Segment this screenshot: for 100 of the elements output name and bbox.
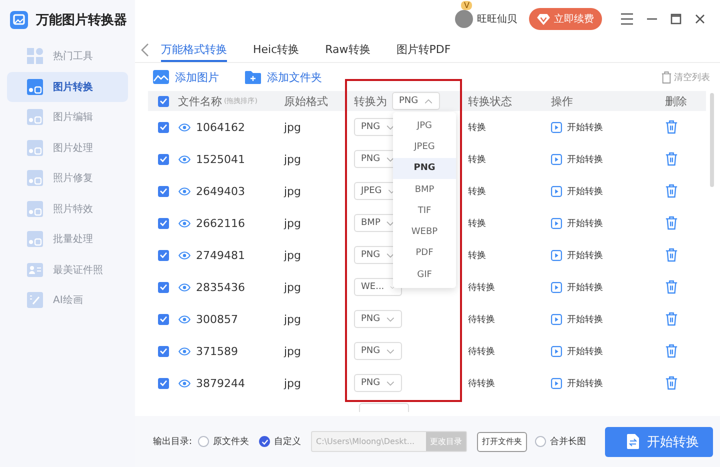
status-text: 待转换: [468, 314, 495, 326]
play-icon: [551, 378, 562, 388]
play-icon: [551, 282, 562, 292]
play-icon: [551, 346, 562, 356]
format-cell: jpg: [284, 248, 302, 262]
avatar[interactable]: [455, 10, 473, 28]
play-icon: [551, 186, 562, 196]
format-cell: jpg: [284, 280, 302, 294]
format-cell: jpg: [284, 184, 302, 198]
checkbox[interactable]: [158, 154, 168, 164]
column-header: 转换状态: [468, 94, 512, 108]
checkbox[interactable]: [158, 314, 168, 324]
radio-button[interactable]: [259, 436, 270, 447]
start-convert-link[interactable]: 开始转换: [551, 376, 603, 390]
eye-icon[interactable]: [178, 282, 191, 292]
delete-icon[interactable]: [665, 312, 678, 326]
delete-icon[interactable]: [665, 152, 678, 166]
start-convert-button[interactable]: 开始转换: [605, 426, 713, 456]
image-icon: [27, 292, 43, 308]
add-folder-button[interactable]: 添加文件夹: [245, 70, 322, 84]
eye-icon[interactable]: [178, 346, 191, 356]
tab[interactable]: 万能格式转换: [161, 38, 227, 62]
scrollbar[interactable]: [710, 93, 714, 187]
image-icon: [27, 140, 43, 156]
checkbox[interactable]: [158, 96, 168, 106]
file-name: 2835436: [196, 280, 245, 294]
eye-icon[interactable]: [178, 378, 191, 388]
image-icon: [153, 70, 169, 84]
format-select[interactable]: PNG: [392, 92, 440, 110]
delete-icon[interactable]: [665, 216, 678, 230]
sidebar-item[interactable]: 图片转换: [7, 72, 128, 102]
checkbox[interactable]: [535, 436, 546, 447]
checkbox-label: 合并长图: [550, 436, 586, 448]
start-convert-link[interactable]: 开始转换: [551, 248, 603, 262]
delete-icon[interactable]: [665, 248, 678, 262]
start-convert-link[interactable]: 开始转换: [551, 152, 603, 166]
format-select[interactable]: PNG: [354, 374, 402, 392]
checkbox[interactable]: [158, 218, 168, 228]
tab[interactable]: Raw转换: [325, 38, 370, 62]
delete-icon[interactable]: [665, 344, 678, 358]
eye-icon[interactable]: [178, 314, 191, 324]
file-name: 3879244: [196, 376, 245, 390]
delete-icon[interactable]: [665, 120, 678, 134]
delete-icon[interactable]: [665, 280, 678, 294]
status-text: 待转换: [468, 282, 495, 294]
status-text: 转换: [468, 186, 486, 198]
radio-button[interactable]: [198, 436, 210, 447]
caret-down-icon: [386, 124, 395, 130]
diamond-icon: [537, 14, 550, 24]
format-select[interactable]: PNG: [354, 310, 402, 328]
checkbox[interactable]: [158, 346, 168, 356]
start-convert-link[interactable]: 开始转换: [551, 312, 603, 326]
format-select[interactable]: WE...: [354, 278, 402, 296]
column-header: 文件名称: [178, 94, 222, 108]
tab[interactable]: 图片转PDF: [396, 38, 451, 62]
caret-down-icon: [386, 252, 395, 258]
format-select[interactable]: PNG: [354, 342, 402, 360]
format-cell: jpg: [284, 216, 302, 230]
caret-down-icon: [390, 284, 395, 290]
checkbox[interactable]: [158, 378, 168, 388]
eye-icon[interactable]: [178, 122, 191, 132]
delete-icon[interactable]: [665, 376, 678, 390]
eye-icon[interactable]: [178, 186, 191, 196]
radio-label: 原文件夹: [213, 436, 250, 448]
start-convert-link[interactable]: 开始转换: [551, 344, 603, 358]
close-icon[interactable]: [694, 13, 706, 25]
status-text: 转换: [468, 122, 486, 134]
eye-icon[interactable]: [178, 218, 191, 228]
menu-icon[interactable]: [620, 13, 634, 25]
checkbox[interactable]: [158, 282, 168, 292]
file-name: 2749481: [196, 248, 245, 262]
tab[interactable]: Heic转换: [253, 38, 300, 62]
logo-icon: [10, 11, 28, 29]
checkbox[interactable]: [158, 250, 168, 260]
file-name: 1064162: [196, 120, 245, 134]
delete-icon[interactable]: [665, 184, 678, 198]
checkbox[interactable]: [158, 186, 168, 196]
user-name[interactable]: 旺旺仙贝: [477, 12, 517, 26]
open-folder-button[interactable]: 打开文件夹: [477, 432, 528, 452]
file-name: 2662116: [196, 216, 245, 230]
column-header: 操作: [551, 94, 573, 108]
column-header: 转换为: [354, 94, 387, 108]
column-header: 删除: [665, 94, 687, 108]
file-convert-icon: [627, 434, 639, 449]
status-text: 待转换: [468, 378, 495, 390]
start-convert-link[interactable]: 开始转换: [551, 184, 603, 198]
dropdown-option[interactable]: PNG: [393, 158, 456, 179]
eye-icon[interactable]: [178, 154, 191, 164]
start-convert-link[interactable]: 开始转换: [551, 280, 603, 294]
caret-down-icon: [386, 156, 395, 162]
trash-icon: [661, 70, 672, 84]
checkbox[interactable]: [158, 122, 168, 132]
start-convert-link[interactable]: 开始转换: [551, 216, 603, 230]
format-cell: jpg: [284, 312, 302, 326]
eye-icon[interactable]: [178, 250, 191, 260]
status-text: 转换: [468, 218, 486, 230]
format-cell: jpg: [284, 152, 302, 166]
maximize-icon[interactable]: [670, 13, 682, 25]
start-convert-link[interactable]: 开始转换: [551, 120, 603, 134]
add-image-button[interactable]: 添加图片: [153, 70, 219, 84]
